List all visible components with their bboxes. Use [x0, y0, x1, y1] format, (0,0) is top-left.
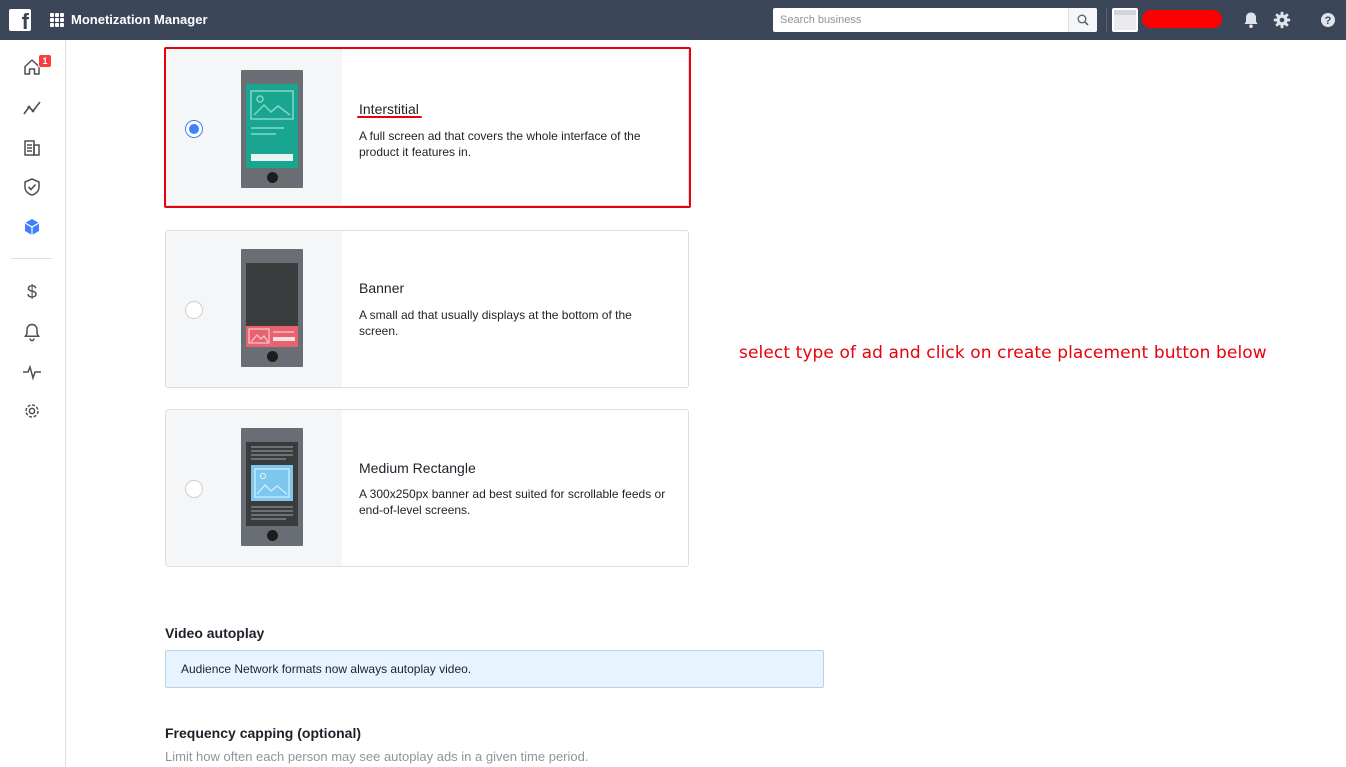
- instruction-annotation: select type of ad and click on create pl…: [739, 343, 1267, 363]
- gear-icon[interactable]: [1272, 10, 1292, 30]
- medium-rectangle-phone-illustration: [241, 428, 303, 546]
- redacted-account-name[interactable]: [1142, 10, 1222, 28]
- app-title[interactable]: Monetization Manager: [71, 12, 208, 27]
- search-icon: [1077, 14, 1089, 26]
- format-card-banner[interactable]: Banner A small ad that usually displays …: [165, 230, 689, 388]
- selection-highlight-box: [164, 47, 691, 208]
- properties-icon[interactable]: [21, 137, 43, 159]
- video-autoplay-heading: Video autoplay: [165, 625, 265, 641]
- notifications-bell-icon[interactable]: [1241, 10, 1261, 30]
- notifications-icon[interactable]: [21, 321, 43, 343]
- header-divider: [1106, 8, 1107, 32]
- banner-phone-illustration: [241, 249, 303, 367]
- sidebar-divider: [11, 258, 52, 259]
- radio-banner[interactable]: [185, 301, 203, 319]
- notification-badge: 1: [38, 54, 52, 68]
- frequency-capping-subtitle: Limit how often each person may see auto…: [165, 749, 589, 764]
- search-input[interactable]: [773, 8, 1068, 32]
- top-bar: f Monetization Manager ?: [0, 0, 1346, 40]
- sidebar: 1 $: [0, 40, 66, 767]
- placements-cube-icon[interactable]: [21, 216, 43, 238]
- help-icon[interactable]: ?: [1318, 10, 1338, 30]
- integrity-shield-icon[interactable]: [21, 176, 43, 198]
- frequency-capping-heading: Frequency capping (optional): [165, 725, 362, 741]
- activity-pulse-icon[interactable]: [21, 361, 43, 383]
- video-autoplay-info-box: Audience Network formats now always auto…: [165, 650, 824, 688]
- svg-text:?: ?: [1325, 15, 1332, 27]
- settings-icon[interactable]: [21, 400, 43, 422]
- format-card-medium-rectangle[interactable]: Medium Rectangle A 300x250px banner ad b…: [165, 409, 689, 567]
- radio-medium-rectangle[interactable]: [185, 480, 203, 498]
- video-autoplay-info-text: Audience Network formats now always auto…: [181, 662, 472, 676]
- search-button[interactable]: [1068, 8, 1097, 32]
- apps-grid-icon[interactable]: [50, 13, 64, 27]
- business-avatar[interactable]: [1112, 8, 1138, 32]
- title-underline-annotation: [357, 116, 422, 118]
- format-description: A small ad that usually displays at the …: [359, 308, 632, 338]
- payouts-dollar-icon[interactable]: $: [21, 281, 43, 303]
- facebook-logo-icon[interactable]: f: [9, 9, 31, 31]
- format-description: A 300x250px banner ad best suited for sc…: [359, 487, 666, 517]
- format-title: Banner: [359, 280, 405, 296]
- search-box: [773, 8, 1097, 32]
- format-title: Medium Rectangle: [359, 460, 476, 476]
- performance-icon[interactable]: [21, 97, 43, 119]
